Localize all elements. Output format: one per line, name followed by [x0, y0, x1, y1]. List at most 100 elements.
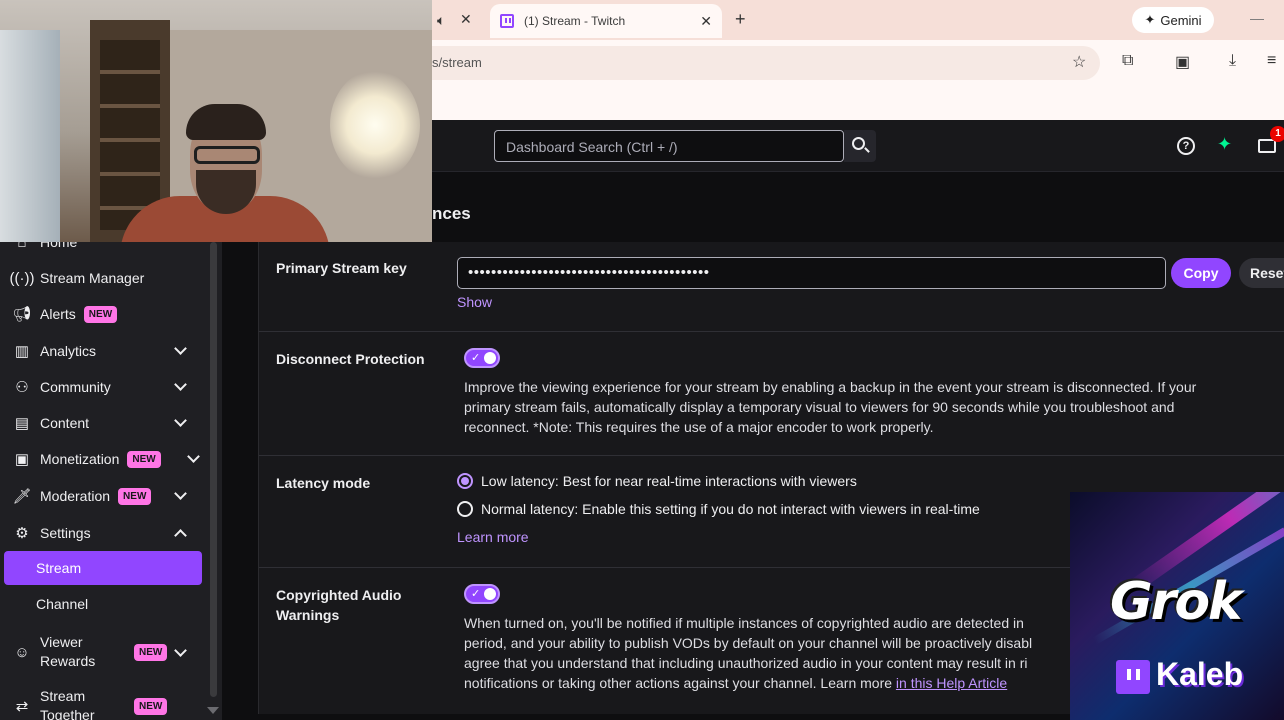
label-line: Warnings — [276, 607, 340, 623]
sidebar-item-label: Analytics — [40, 342, 97, 359]
section-heading-row: nces — [432, 172, 1284, 240]
low-latency-label: Low latency: Best for near real-time int… — [481, 473, 857, 489]
sidebar-item-stream-manager[interactable]: ((·)) Stream Manager — [0, 261, 210, 295]
chevron-down-icon[interactable] — [174, 487, 187, 500]
normal-latency-label: Normal latency: Enable this setting if y… — [481, 501, 980, 517]
stream-key-field[interactable]: ••••••••••••••••••••••••••••••••••••••••… — [457, 257, 1166, 289]
sidebar-item-viewer-rewards[interactable]: ☺ Viewer Rewards NEW — [0, 632, 210, 672]
twitch-favicon-icon — [500, 14, 514, 28]
sidebar-item-monetization[interactable]: ▣ Monetization NEW — [0, 442, 210, 476]
chevron-down-icon[interactable] — [174, 342, 187, 355]
rewards-icon: ☺ — [14, 643, 30, 661]
sidebar-item-alerts[interactable]: 📢︎ Alerts NEW — [0, 297, 210, 331]
browser-tab-strip: 🔈︎ ✕ (1) Stream - Twitch ✕ + ✦ Gemini — — [432, 0, 1284, 40]
sidebar-item-label: Community — [40, 378, 111, 395]
divider — [259, 455, 1284, 456]
description-line: primary stream fails, automatically disp… — [464, 399, 1175, 415]
close-icon[interactable]: ✕ — [700, 13, 712, 30]
description-text: notifications or taking other actions ag… — [464, 675, 896, 691]
chevron-up-icon[interactable] — [174, 529, 187, 542]
dashboard-search-input[interactable]: Dashboard Search (Ctrl + /) — [494, 130, 844, 162]
sidebar-item-label: Viewer Rewards — [40, 634, 96, 669]
community-icon: ⚇ — [15, 379, 29, 396]
sidebar-item-settings[interactable]: ⚙ Settings — [0, 516, 210, 550]
inbox-icon[interactable] — [1258, 139, 1276, 153]
scroll-down-arrow-icon[interactable] — [207, 707, 219, 714]
help-icon[interactable]: ? — [1177, 137, 1195, 155]
search-placeholder: Dashboard Search (Ctrl + /) — [506, 139, 678, 155]
disconnect-protection-label: Disconnect Protection — [276, 351, 425, 367]
sidebar-scrollbar[interactable] — [210, 242, 217, 697]
low-latency-option[interactable]: Low latency: Best for near real-time int… — [457, 473, 857, 489]
url-text: s/stream — [432, 55, 482, 70]
chevron-down-icon[interactable] — [174, 644, 187, 657]
search-icon — [852, 137, 865, 150]
new-tab-button[interactable]: + — [735, 9, 746, 30]
sidebar-item-label: Stream Together — [40, 688, 95, 720]
cast-icon[interactable]: ▣ — [1175, 52, 1190, 72]
address-bar[interactable]: s/stream — [432, 46, 1100, 80]
description-line: reconnect. *Note: This requires the use … — [464, 419, 934, 435]
disconnect-protection-toggle[interactable]: ✓ — [464, 348, 500, 368]
disconnect-protection-description: Improve the viewing experience for your … — [464, 377, 1264, 437]
help-article-link[interactable]: in this Help Article — [896, 675, 1007, 691]
copyright-audio-toggle[interactable]: ✓ — [464, 584, 500, 604]
new-badge: NEW — [134, 643, 168, 661]
speaker-icon[interactable]: 🔈︎ — [437, 12, 445, 29]
chevron-down-icon[interactable] — [187, 450, 200, 463]
analytics-icon: ▥ — [14, 343, 30, 360]
check-icon: ✓ — [471, 352, 481, 364]
webcam-person-glasses — [194, 146, 260, 164]
gemini-button[interactable]: ✦ Gemini — [1132, 7, 1214, 33]
copyright-audio-label: Copyrighted Audio Warnings — [276, 585, 436, 625]
radio-selected-icon[interactable] — [457, 473, 473, 489]
normal-latency-option[interactable]: Normal latency: Enable this setting if y… — [457, 501, 980, 517]
new-badge: NEW — [127, 450, 161, 468]
label-line: Copyrighted Audio — [276, 587, 402, 603]
tab-close-icon[interactable]: ✕ — [460, 11, 472, 28]
chevron-down-icon[interactable] — [174, 378, 187, 391]
learn-more-link[interactable]: Learn more — [457, 529, 529, 545]
download-icon[interactable]: ⤓ — [1229, 52, 1236, 70]
new-badge: NEW — [118, 487, 152, 505]
megaphone-icon: 📢︎ — [12, 306, 32, 323]
notification-badge: 1 — [1270, 126, 1284, 142]
webcam-lamp — [330, 70, 420, 180]
sparkle-icon[interactable]: ✦ — [1217, 134, 1232, 155]
divider — [259, 331, 1284, 332]
bookmark-star-icon[interactable]: ☆ — [1072, 52, 1086, 72]
sidebar-item-content[interactable]: ▤ Content — [0, 406, 210, 440]
reading-list-icon[interactable]: ≡ — [1267, 52, 1276, 70]
reset-button[interactable]: Reset — [1239, 258, 1284, 288]
gemini-sparkle-icon: ✦ — [1144, 12, 1156, 27]
show-key-link[interactable]: Show — [457, 294, 492, 310]
sidebar-item-label: Monetization — [40, 450, 120, 467]
sidebar-item-label: Content — [40, 414, 90, 431]
search-button[interactable] — [844, 130, 876, 162]
minimize-button[interactable]: — — [1250, 10, 1264, 26]
extensions-icon[interactable]: ⧉ — [1122, 52, 1133, 70]
sidebar-item-stream-together[interactable]: ⇄ Stream Together NEW — [0, 686, 210, 720]
webcam-curtain — [0, 30, 60, 242]
sidebar-item-community[interactable]: ⚇ Community — [0, 370, 210, 404]
copy-button[interactable]: Copy — [1171, 258, 1231, 288]
sidebar-item-analytics[interactable]: ▥ Analytics — [0, 334, 210, 368]
grok-logo-text: Grok — [1110, 572, 1243, 632]
sidebar-item-moderation[interactable]: 🗡︎ Moderation NEW — [0, 479, 210, 513]
radio-unselected-icon[interactable] — [457, 501, 473, 517]
chevron-down-icon[interactable] — [174, 414, 187, 427]
browser-tab-title: (1) Stream - Twitch — [524, 14, 626, 28]
browser-tab-twitch[interactable]: (1) Stream - Twitch ✕ — [490, 4, 722, 38]
section-heading: nces — [432, 204, 471, 223]
browser-toolbar: s/stream ☆ ⧉ ▣ ⤓ ≡ — [432, 40, 1284, 86]
sidebar-subitem-channel[interactable]: Channel — [4, 587, 202, 621]
sidebar-item-label: Alerts — [40, 305, 76, 322]
description-line: Improve the viewing experience for your … — [464, 379, 1197, 395]
webcam-overlay — [0, 0, 432, 242]
stream-key-value: ••••••••••••••••••••••••••••••••••••••••… — [468, 264, 710, 281]
sidebar-subitem-stream[interactable]: Stream — [4, 551, 202, 585]
kaleb-logo-text: Kaleb — [1156, 656, 1244, 692]
stream-key-label: Primary Stream key — [276, 260, 407, 276]
dashboard-sidebar: ⌂ Home ((·)) Stream Manager 📢︎ Alerts NE… — [0, 234, 222, 720]
twitch-logo-icon — [1116, 660, 1150, 694]
